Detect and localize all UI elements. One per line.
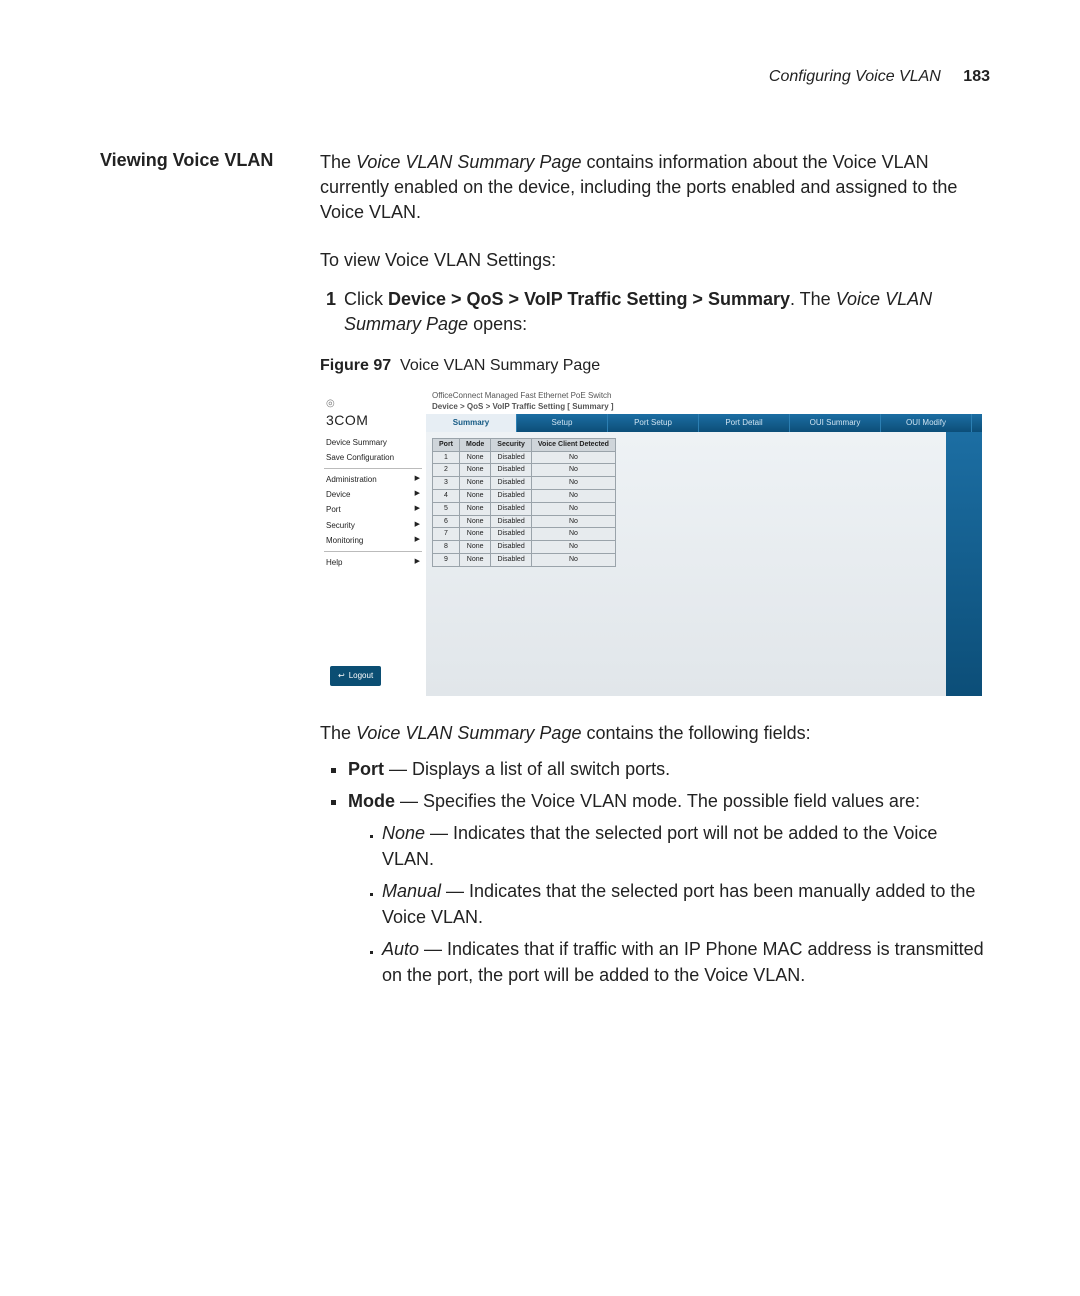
step-number: 1 bbox=[320, 287, 336, 337]
running-header: Configuring Voice VLAN 183 bbox=[769, 68, 990, 86]
step-1: 1 Click Device > QoS > VoIP Traffic Sett… bbox=[320, 287, 990, 337]
menu-administration[interactable]: Administration▶ bbox=[324, 472, 422, 487]
chevron-right-icon: ▶ bbox=[415, 535, 420, 546]
menu-device[interactable]: Device▶ bbox=[324, 487, 422, 502]
menu-monitoring[interactable]: Monitoring▶ bbox=[324, 533, 422, 548]
table-row: 7NoneDisabledNo bbox=[433, 528, 616, 541]
col-port: Port bbox=[433, 438, 460, 451]
logout-icon: ↩ bbox=[338, 670, 345, 681]
chevron-right-icon: ▶ bbox=[415, 520, 420, 531]
page-number: 183 bbox=[963, 68, 990, 85]
fields-lead: The Voice VLAN Summary Page contains the… bbox=[320, 720, 990, 746]
table-row: 9NoneDisabledNo bbox=[433, 554, 616, 567]
field-mode: Mode — Specifies the Voice VLAN mode. Th… bbox=[348, 788, 990, 989]
tab-bar: Summary Setup Port Setup Port Detail OUI… bbox=[426, 414, 982, 432]
table-row: 3NoneDisabledNo bbox=[433, 477, 616, 490]
col-security: Security bbox=[491, 438, 532, 451]
content-header: OfficeConnect Managed Fast Ethernet PoE … bbox=[426, 384, 982, 414]
section-heading: Viewing Voice VLAN bbox=[100, 150, 320, 998]
logout-button[interactable]: ↩ Logout bbox=[330, 666, 381, 685]
tab-oui-summary[interactable]: OUI Summary bbox=[790, 414, 881, 432]
chevron-right-icon: ▶ bbox=[415, 504, 420, 515]
intro-paragraph: The Voice VLAN Summary Page contains inf… bbox=[320, 150, 990, 226]
table-row: 8NoneDisabledNo bbox=[433, 541, 616, 554]
col-mode: Mode bbox=[460, 438, 491, 451]
table-row: 4NoneDisabledNo bbox=[433, 490, 616, 503]
tab-port-setup[interactable]: Port Setup bbox=[608, 414, 699, 432]
menu-help[interactable]: Help▶ bbox=[324, 555, 422, 570]
table-row: 2NoneDisabledNo bbox=[433, 464, 616, 477]
menu-save-configuration[interactable]: Save Configuration bbox=[324, 450, 422, 465]
embedded-screenshot: ◎ 3COM Device Summary Save Configuration… bbox=[320, 384, 990, 696]
sidebar: ◎ 3COM Device Summary Save Configuration… bbox=[320, 384, 426, 696]
chevron-right-icon: ▶ bbox=[415, 474, 420, 485]
chevron-right-icon: ▶ bbox=[415, 557, 420, 568]
tab-summary[interactable]: Summary bbox=[426, 414, 517, 432]
tab-setup[interactable]: Setup bbox=[517, 414, 608, 432]
mode-auto: Auto — Indicates that if traffic with an… bbox=[382, 936, 990, 988]
brand-icon: ◎ bbox=[326, 398, 335, 409]
table-row: 5NoneDisabledNo bbox=[433, 502, 616, 515]
running-title: Configuring Voice VLAN bbox=[769, 68, 941, 85]
device-title: OfficeConnect Managed Fast Ethernet PoE … bbox=[432, 390, 976, 401]
brand-logo: ◎ 3COM bbox=[320, 384, 426, 435]
figure-label: Figure 97 Voice VLAN Summary Page bbox=[320, 355, 990, 377]
menu-device-summary[interactable]: Device Summary bbox=[324, 435, 422, 450]
col-voice-client-detected: Voice Client Detected bbox=[531, 438, 615, 451]
ports-table: Port Mode Security Voice Client Detected… bbox=[432, 438, 616, 567]
intro-lead: To view Voice VLAN Settings: bbox=[320, 248, 990, 273]
breadcrumb: Device > QoS > VoIP Traffic Setting [ Su… bbox=[432, 401, 976, 412]
menu-security[interactable]: Security▶ bbox=[324, 518, 422, 533]
chevron-right-icon: ▶ bbox=[415, 489, 420, 500]
tab-port-detail[interactable]: Port Detail bbox=[699, 414, 790, 432]
mode-none: None — Indicates that the selected port … bbox=[382, 820, 990, 872]
table-row: 1NoneDisabledNo bbox=[433, 451, 616, 464]
tab-oui-modify[interactable]: OUI Modify bbox=[881, 414, 972, 432]
table-row: 6NoneDisabledNo bbox=[433, 515, 616, 528]
menu-port[interactable]: Port▶ bbox=[324, 502, 422, 517]
field-port: Port — Displays a list of all switch por… bbox=[348, 756, 990, 782]
stage: Port Mode Security Voice Client Detected… bbox=[426, 432, 982, 696]
mode-manual: Manual — Indicates that the selected por… bbox=[382, 878, 990, 930]
